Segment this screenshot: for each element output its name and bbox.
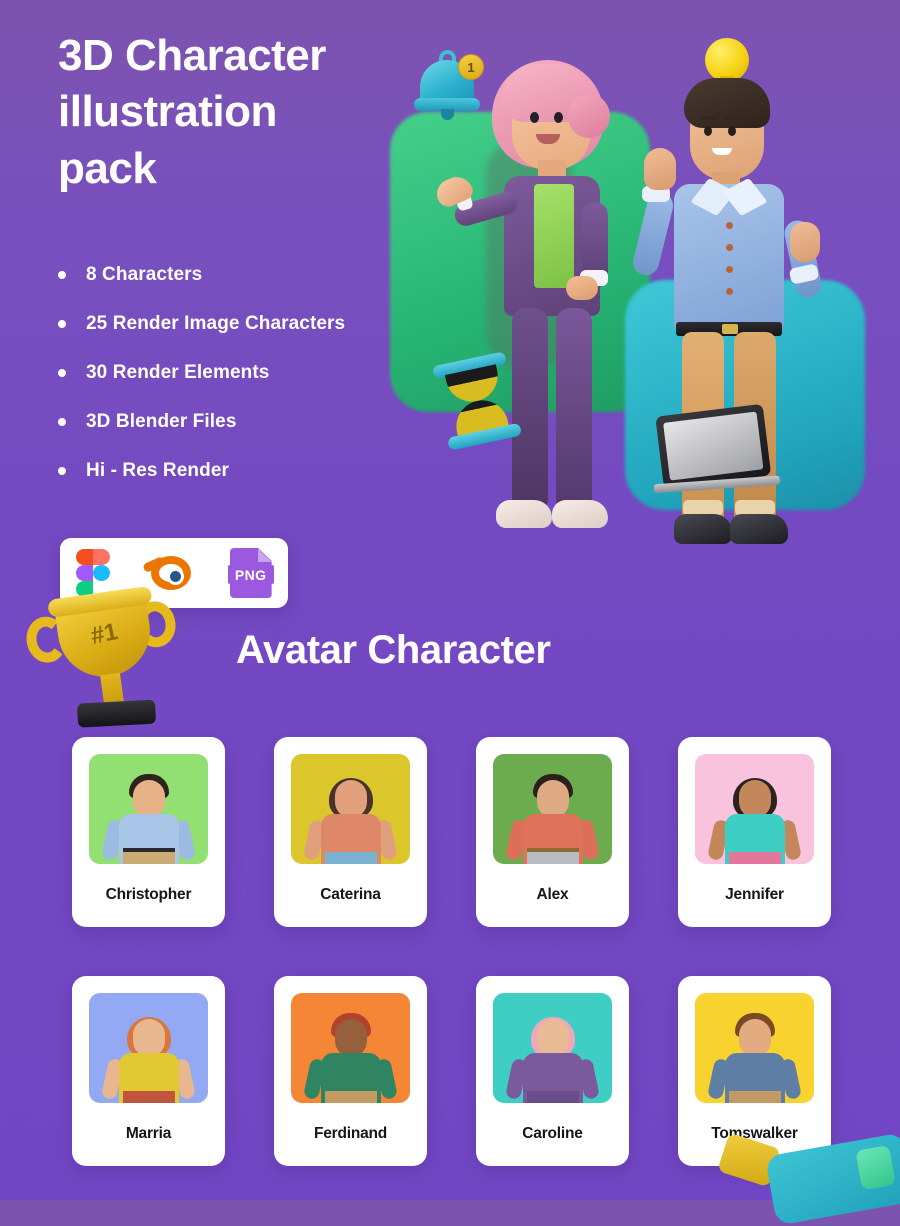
page-title-line-2: illustration [58,87,277,137]
avatar-hips [123,1091,175,1103]
avatar-name: Christopher [105,886,192,903]
woman-eye-left [530,112,539,123]
avatar-card-ferdinand[interactable]: Ferdinand [274,976,427,1166]
png-label: PNG [227,565,274,584]
laptop-screen [663,411,764,481]
avatar-card-caterina[interactable]: Caterina [274,737,427,927]
man-hand-right [790,222,820,262]
avatar-thumbnail [493,993,612,1103]
man-button-4 [726,288,733,295]
avatar-head [133,780,165,818]
avatar-head [739,780,771,818]
section-title: Avatar Character [236,628,551,672]
woman-hair-bun [568,94,610,138]
list-item: 3D Blender Files [58,397,478,446]
avatar-thumbnail [89,993,208,1103]
man-button-1 [726,222,733,229]
woman-shoe-left [496,500,552,528]
list-item: 8 Characters [58,250,478,299]
png-icon: PNG [227,548,274,598]
bullet-icon [58,319,66,328]
avatar-hips [123,852,175,864]
avatar-head [335,1019,367,1057]
avatar-head [335,780,367,818]
woman-green-top [534,184,574,288]
avatar-name: Caroline [522,1125,583,1142]
avatar-hips [527,1091,579,1103]
bullet-icon [58,368,66,377]
avatar-name: Ferdinand [313,1125,388,1142]
man-shoe-right [730,514,788,544]
feature-label: 3D Blender Files [86,410,237,432]
avatar-head [537,780,569,818]
man-eye-left [704,126,712,136]
man-hair [684,78,770,128]
feature-label: Hi - Res Render [86,459,229,481]
feature-label: 30 Render Elements [86,361,270,383]
list-item: 25 Render Image Characters [58,299,478,348]
list-item: Hi - Res Render [58,446,478,495]
laptop-lid [655,403,772,489]
avatar-hips [527,852,579,864]
man-button-2 [726,244,733,251]
avatar-thumbnail [695,754,814,864]
page-title-line-3: pack [58,143,157,193]
man-shirt [674,184,784,330]
avatar-hips [325,1091,377,1103]
list-item: 30 Render Elements [58,348,478,397]
feature-label: 25 Render Image Characters [86,312,346,334]
woman-leg-right [556,308,592,508]
man-hand-left [644,148,676,190]
avatar-thumbnail [89,754,208,864]
avatar-thumbnail [291,993,410,1103]
man-belt-buckle [722,324,738,334]
avatar-hips [729,1091,781,1103]
avatar-head [537,1019,569,1057]
man-button-3 [726,266,733,273]
bullet-icon [58,466,66,475]
trophy-base [76,699,157,728]
laptop-icon [653,403,781,501]
avatar-thumbnail [695,993,814,1103]
bullet-icon [58,270,66,279]
avatar-card-caroline[interactable]: Caroline [476,976,629,1166]
man-eye-right [728,126,736,136]
trophy-icon: #1 [11,578,209,742]
avatar-card-alex[interactable]: Alex [476,737,629,927]
bullet-icon [58,417,66,426]
avatar-card-marria[interactable]: Marria [72,976,225,1166]
avatar-card-tomswalker[interactable]: Tomswalker [678,976,831,1166]
woman-eye-right [554,112,563,123]
man-arm-left [630,190,676,278]
avatar-hips [325,852,377,864]
feature-list: 8 Characters 25 Render Image Characters … [58,250,478,495]
feature-label: 8 Characters [86,263,203,285]
page-title: 3D Character illustration pack [58,28,458,197]
man-shoe-left [674,514,732,544]
avatar-card-jennifer[interactable]: Jennifer [678,737,831,927]
avatar-name: Alex [536,886,569,903]
woman-hand-right [566,276,598,300]
avatar-card-christopher[interactable]: Christopher [72,737,225,927]
woman-shoe-right [552,500,608,528]
page-title-line-1: 3D Character [58,31,326,80]
avatar-head [133,1019,165,1057]
avatar-hips [729,852,781,864]
avatar-grid: Christopher Caterina Alex Jennifer Marri… [72,737,831,1166]
avatar-head [739,1019,771,1057]
man-brow-right [724,116,742,120]
avatar-thumbnail [493,754,612,864]
woman-leg-left [512,308,548,508]
avatar-name: Caterina [320,886,381,903]
avatar-name: Marria [125,1125,172,1142]
hero-character-man [630,70,860,590]
avatar-thumbnail [291,754,410,864]
man-brow-left [700,116,718,120]
avatar-name: Jennifer [725,886,784,903]
corner-prop-button [855,1145,896,1191]
